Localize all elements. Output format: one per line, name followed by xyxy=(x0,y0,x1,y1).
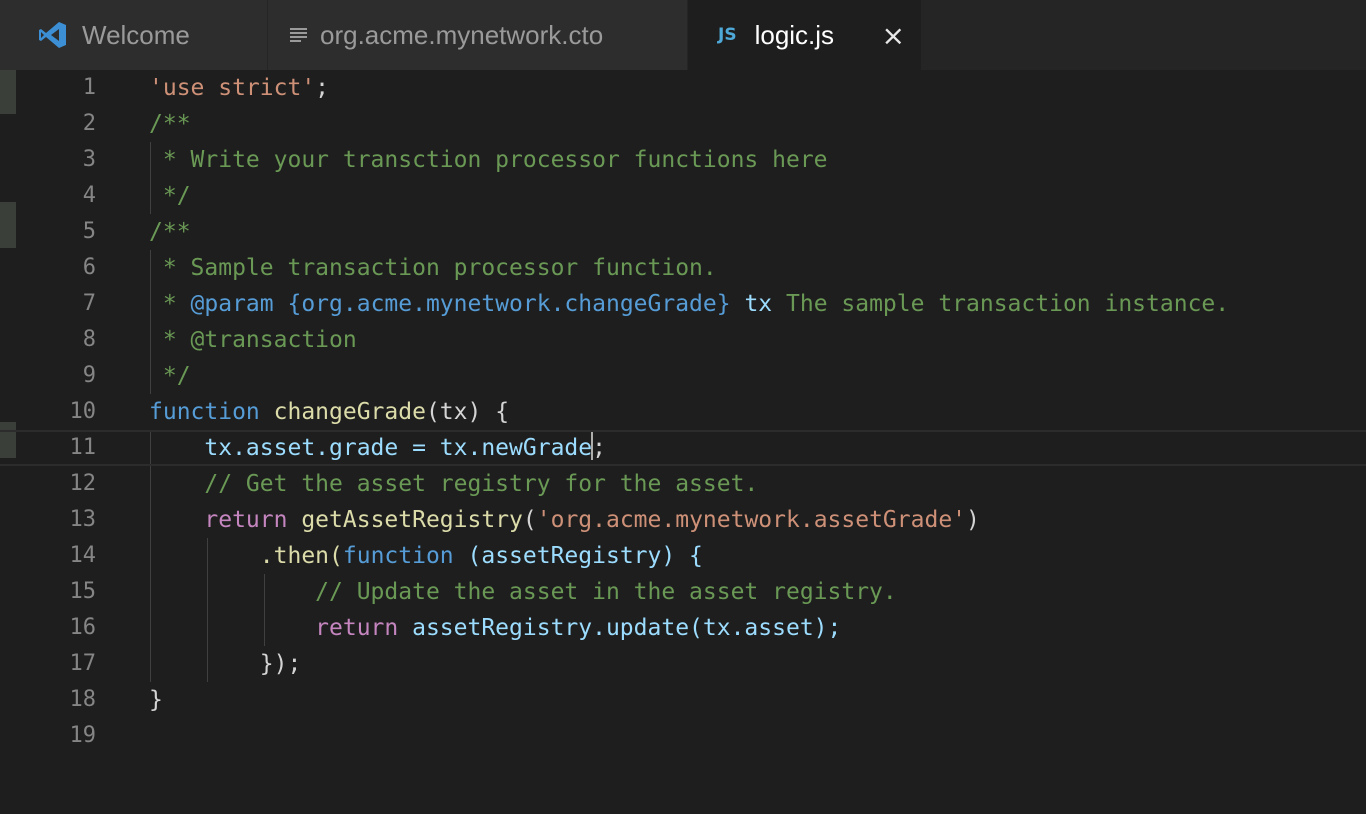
jsdoc-type-token: {org.acme.mynetwork.changeGrade} xyxy=(273,291,731,317)
code-text: 'use strict'; xyxy=(149,70,329,106)
comment-text: * @transaction xyxy=(149,327,357,353)
punct-token: (tx) { xyxy=(425,399,510,425)
line-number: 3 xyxy=(82,147,96,172)
method-token: .then( xyxy=(149,543,343,569)
tab-org-acme-mynetwork-cto[interactable]: org.acme.mynetwork.cto xyxy=(268,0,688,70)
jsdoc-tag-token: @param xyxy=(190,291,274,317)
code-line: 17 }); xyxy=(0,646,1366,682)
comment-token: * xyxy=(149,291,191,317)
code-line: 6 * Sample transaction processor functio… xyxy=(0,250,1366,286)
code-text: return assetRegistry.update(tx.asset); xyxy=(149,610,841,646)
line-number: 6 xyxy=(82,255,96,280)
function-name-token: getAssetRegistry xyxy=(287,507,523,533)
code-line: 7 * @param {org.acme.mynetwork.changeGra… xyxy=(0,286,1366,322)
keyword-token: function xyxy=(149,399,260,425)
code-line: 8 * @transaction xyxy=(0,322,1366,358)
code-text: tx.asset.grade = tx.newGrade; xyxy=(149,430,606,466)
line-number: 16 xyxy=(69,615,97,640)
function-name-token: changeGrade xyxy=(259,399,426,425)
vscode-logo-icon xyxy=(38,20,68,50)
code-line: 2 /** xyxy=(0,106,1366,142)
comment-text: /** xyxy=(149,219,191,245)
comment-text: // Get the asset registry for the asset. xyxy=(149,471,759,497)
line-number: 4 xyxy=(82,183,96,208)
tab-bar: Welcome org.acme.mynetwork.cto JS logic.… xyxy=(0,0,1366,70)
expression-token: tx.asset.grade = tx.newGrade xyxy=(149,435,593,461)
punct-token: ; xyxy=(315,75,330,101)
punct-token: ( xyxy=(522,507,537,533)
expression-token: assetRegistry.update(tx.asset); xyxy=(398,615,842,641)
line-number: 8 xyxy=(82,327,96,352)
line-number: 10 xyxy=(69,399,97,424)
current-line: 11 tx.asset.grade = tx.newGrade; xyxy=(0,430,1366,466)
code-line: 10 function changeGrade(tx) { xyxy=(0,394,1366,430)
comment-text: */ xyxy=(149,183,191,209)
comment-text: */ xyxy=(149,363,191,389)
line-number: 17 xyxy=(69,651,97,676)
code-line: 5 /** xyxy=(0,214,1366,250)
tab-welcome[interactable]: Welcome xyxy=(0,0,268,70)
close-icon[interactable]: × xyxy=(882,19,905,52)
code-text: * @param {org.acme.mynetwork.changeGrade… xyxy=(149,286,1229,322)
code-text: function changeGrade(tx) { xyxy=(149,394,509,430)
tab-label: Welcome xyxy=(82,19,190,50)
comment-text: /** xyxy=(149,111,191,137)
comment-text: * Write your transction processor functi… xyxy=(149,147,828,173)
jsdoc-param-token: tx xyxy=(730,291,773,317)
code-line: 13 return getAssetRegistry('org.acme.myn… xyxy=(0,502,1366,538)
line-number: 7 xyxy=(82,291,96,316)
line-number: 13 xyxy=(69,507,97,532)
code-line: 1 'use strict'; xyxy=(0,70,1366,106)
comment-token: The sample transaction instance. xyxy=(772,291,1230,317)
code-line: 16 return assetRegistry.update(tx.asset)… xyxy=(0,610,1366,646)
js-file-icon: JS xyxy=(718,25,737,45)
punct-token: ) xyxy=(966,507,980,533)
line-number: 18 xyxy=(69,687,97,712)
keyword-token: return xyxy=(149,615,399,641)
tab-logic-js[interactable]: JS logic.js × xyxy=(688,0,922,70)
code-line: 19 xyxy=(0,718,1366,754)
line-number: 12 xyxy=(69,471,97,496)
string-token: 'use strict' xyxy=(149,75,316,101)
line-number: 1 xyxy=(82,75,96,100)
code-text: } xyxy=(149,687,163,713)
code-editor[interactable]: 1 'use strict'; 2 /** 3 * Write your tra… xyxy=(0,70,1366,814)
param-token: (assetRegistry) { xyxy=(453,543,703,569)
code-text: }); xyxy=(149,651,302,677)
tab-label: org.acme.mynetwork.cto xyxy=(320,19,604,50)
text-file-icon xyxy=(290,27,308,43)
keyword-token: function xyxy=(342,543,454,569)
line-number: 11 xyxy=(69,435,97,460)
code-line: 14 .then(function (assetRegistry) { xyxy=(0,538,1366,574)
line-number: 2 xyxy=(82,111,96,136)
line-number: 15 xyxy=(69,579,97,604)
line-number: 14 xyxy=(69,543,97,568)
keyword-token: return xyxy=(149,507,288,533)
line-number: 5 xyxy=(82,219,96,244)
comment-text: // Update the asset in the asset registr… xyxy=(149,579,897,605)
code-line: 3 * Write your transction processor func… xyxy=(0,142,1366,178)
code-line: 15 // Update the asset in the asset regi… xyxy=(0,574,1366,610)
code-line: 9 */ xyxy=(0,358,1366,394)
code-line: 12 // Get the asset registry for the ass… xyxy=(0,466,1366,502)
string-token: 'org.acme.mynetwork.assetGrade' xyxy=(536,507,967,533)
punct-token: ; xyxy=(592,435,606,461)
code-text: return getAssetRegistry('org.acme.mynetw… xyxy=(149,502,980,538)
code-line: 18 } xyxy=(0,682,1366,718)
tab-label: logic.js xyxy=(754,19,835,50)
line-number: 9 xyxy=(82,363,96,388)
line-number: 19 xyxy=(69,723,97,748)
comment-text: * Sample transaction processor function. xyxy=(149,255,717,281)
code-text: .then(function (assetRegistry) { xyxy=(149,538,703,574)
code-line: 4 */ xyxy=(0,178,1366,214)
